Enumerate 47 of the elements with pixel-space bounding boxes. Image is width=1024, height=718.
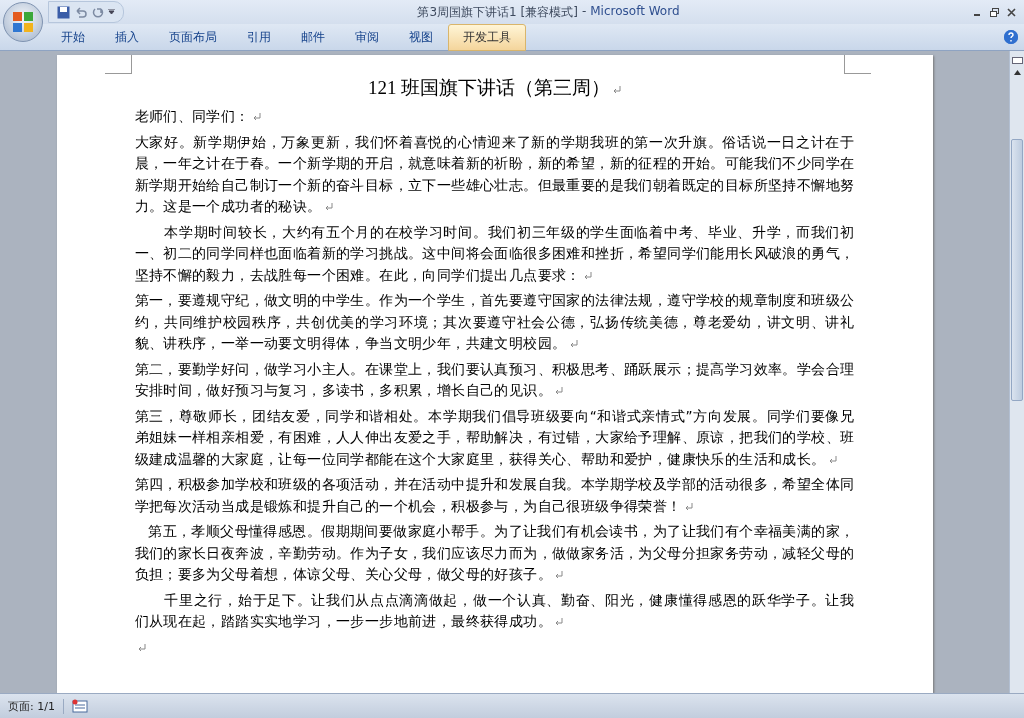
body-paragraph: 大家好。新学期伊始，万象更新，我们怀着喜悦的心情迎来了新的学期我班的第一次升旗。俗话说一日之计在于晨，一年之计在于春。一个新学期的开启，就意味着新的祈盼，新的希望，新的征程的开始。可能我们不少同学在新学期开始给自己制订一个新的奋斗目标，立下一些雄心壮志。但最重要的是我们朝着既定的目标所坚持不懈地努力。这是一个成功者的秘诀。 (134, 132, 855, 216)
body-paragraph: 千里之行，始于足下。让我们从点点滴滴做起，做一个认真、勤奋、阳光，健康懂得感恩的跃华学子。让我们从现在起，踏踏实实地学习，一步一步地前进，最终获得成功。 (134, 590, 855, 631)
body-paragraph: 第四，积极参加学校和班级的各项活动，并在活动中提升和发展自我。本学期学校及学部的活动很多，希望全体同学把每次活动当成是锻炼和提升自己的一个机会，积极参与，为自己很班级争得荣誉！ (134, 475, 855, 516)
paragraph-mark-icon (324, 203, 333, 211)
paragraph-mark-icon (555, 387, 564, 395)
body-paragraph: 本学期时间较长，大约有五个月的在校学习时间。我们初三年级的学生面临着中考、毕业、升学，而我们初一、初二的同学同样也面临着新的学习挑战。这中间将会面临很多困难和挫折，希望同学们能用长风破浪的勇气，坚持不懈的毅力，去战胜每一个困难。在此，向同学们提出几点要求： (134, 222, 855, 285)
ribbon-tab[interactable]: 引用 (232, 23, 286, 51)
paragraph-mark-icon (252, 113, 261, 121)
paragraph-mark-icon (137, 643, 146, 652)
paragraph-mark-icon (569, 340, 578, 348)
document-title: 121 班国旗下讲话（第三周） (134, 75, 855, 101)
body-paragraph: 第五，孝顺父母懂得感恩。假期期间要做家庭小帮手。为了让我们有机会读书，为了让我们有个幸福美满的家，我们的家长日夜奔波，辛勤劳动。作为子女，我们应该尽力而为，做做家务活，为父母分担家务劳动，减轻父母的负担；要多为父母着想，体谅父母、关心父母，做父母的好孩子。 (134, 522, 855, 584)
app-name: Microsoft Word (590, 3, 680, 20)
ruler-icon[interactable] (1011, 55, 1023, 66)
margin-corner-mark (104, 55, 132, 74)
paragraph-mark-icon (828, 455, 837, 464)
paragraph-mark-icon (583, 271, 592, 280)
paragraph-mark-icon (555, 618, 564, 626)
help-icon[interactable] (1004, 30, 1018, 44)
ribbon-tab[interactable]: 审阅 (340, 23, 394, 51)
office-logo-icon (12, 11, 34, 33)
body-paragraph: 第三，尊敬师长，团结友爱，同学和谐相处。本学期我们倡导班级要向“和谐式亲情式”方向发展。同学们要像兄弟姐妹一样相亲相爱，有困难，人人伸出友爱之手，帮助解决，有过错，大家给予理解、原谅，把我们的学校、班级建成温馨的大家庭，让每一位同学都能在这个大家庭里，获得关心、帮助和爱护，健康快乐的生活和成长。 (134, 406, 855, 469)
page-count: 页面: 1/1 (0, 698, 64, 714)
margin-corner-mark (843, 55, 871, 74)
restore-icon[interactable] (990, 7, 999, 17)
body-paragraph: 第二，要勤学好问，做学习小主人。在课堂上，我们要认真预习、积极思考、踊跃展示；提高学习效率。学会合理安排时间，做好预习与复习，多读书，多积累，增长自己的见识。 (134, 359, 855, 400)
save-icon[interactable] (57, 5, 70, 19)
undo-icon[interactable] (74, 5, 87, 19)
close-icon[interactable] (1007, 7, 1016, 17)
paragraph-mark-icon (555, 571, 564, 579)
customize-arrow-icon[interactable] (108, 9, 115, 15)
body-paragraph: 老师们、同学们： (134, 106, 855, 128)
body-paragraph: 第一，要遵规守纪，做文明的中学生。作为一个学生，首先要遵守国家的法律法规，遵守学校的规章制度和班级公约，共同维护校园秩序，共创优美的学习环境；其次要遵守社会公德，弘扬传统美德，尊老爱幼，讲文明、讲礼貌、讲秩序，一举一动要文明得体，争当文明少年，共建文明校园。 (134, 291, 855, 353)
scrollbar-thumb[interactable] (1011, 139, 1023, 401)
paragraph-mark-icon (684, 502, 693, 511)
ribbon-tab[interactable]: 开始 (46, 23, 100, 51)
window-title: 第3周国旗下讲话1 [兼容模式] (417, 3, 578, 21)
scroll-up-icon[interactable] (1013, 70, 1021, 75)
ribbon-tab[interactable]: 视图 (394, 23, 448, 51)
proofing-icon[interactable] (71, 699, 88, 713)
office-button[interactable] (3, 2, 43, 42)
ribbon-tab[interactable]: 邮件 (286, 23, 340, 51)
paragraph-mark-icon (613, 85, 622, 94)
ribbon-tab[interactable]: 开发工具 (448, 23, 526, 51)
title-separator: - (581, 3, 587, 20)
ribbon-tab[interactable]: 插入 (100, 23, 154, 51)
ribbon-tab[interactable]: 页面布局 (154, 23, 232, 51)
